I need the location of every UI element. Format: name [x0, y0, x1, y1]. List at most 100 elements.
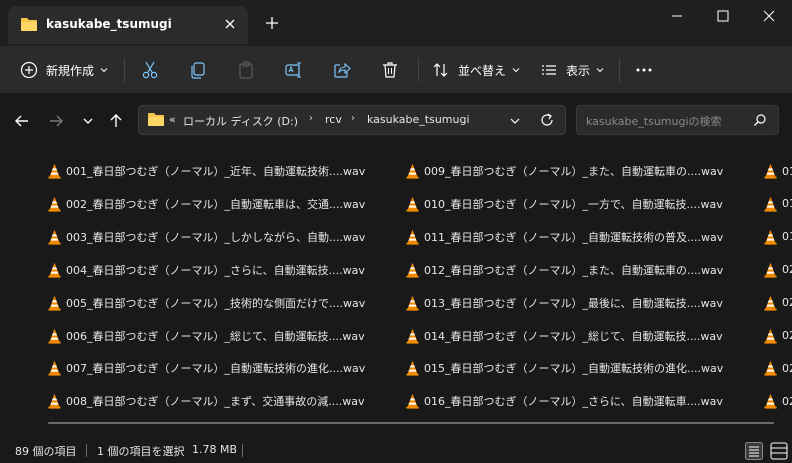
file-item[interactable]: 02: [764, 390, 792, 412]
tiles-view-icon[interactable]: [770, 442, 788, 460]
search-placeholder: kasukabe_tsumugiの検索: [586, 115, 722, 128]
vlc-cone-icon: [48, 262, 61, 278]
copy-button[interactable]: [188, 54, 208, 86]
file-name: 02: [782, 361, 792, 375]
file-item[interactable]: 003_春日部つむぎ（ノーマル）_しかしながら、自動....wav: [48, 226, 365, 248]
file-item[interactable]: 005_春日部つむぎ（ノーマル）_技術的な側面だけで....wav: [48, 292, 365, 314]
file-item[interactable]: 01: [764, 193, 792, 215]
horizontal-scrollbar[interactable]: [48, 422, 774, 424]
add-circle-icon: [20, 61, 38, 79]
file-item[interactable]: 008_春日部つむぎ（ノーマル）_まず、交通事故の減....wav: [48, 390, 364, 412]
file-name: 012_春日部つむぎ（ノーマル）_また、自動運転車の....wav: [424, 263, 724, 277]
up-arrow-icon[interactable]: [106, 111, 126, 131]
minimize-icon[interactable]: [654, 0, 700, 32]
file-name: 005_春日部つむぎ（ノーマル）_技術的な側面だけで....wav: [66, 296, 366, 310]
vlc-cone-icon: [764, 196, 777, 212]
vlc-cone-icon: [764, 393, 777, 409]
file-item[interactable]: 02: [764, 325, 792, 347]
rename-button[interactable]: [284, 54, 304, 86]
vlc-cone-icon: [48, 229, 61, 245]
file-item[interactable]: 001_春日部つむぎ（ノーマル）_近年、自動運転技術....wav: [48, 160, 365, 182]
breadcrumb-chevron-icon[interactable]: ›: [351, 113, 355, 124]
status-bar: 89 個の項目 1 個の項目を選択 1.78 MB: [0, 438, 792, 463]
forward-arrow-icon[interactable]: [46, 111, 66, 131]
vlc-cone-icon: [406, 196, 419, 212]
vlc-cone-icon: [48, 360, 61, 376]
new-label: 新規作成: [46, 63, 95, 78]
file-name: 02: [782, 394, 792, 408]
breadcrumb-kasukabe-tsumugi[interactable]: kasukabe_tsumugi: [367, 113, 470, 126]
paste-button[interactable]: [236, 54, 256, 86]
cut-button[interactable]: [140, 54, 160, 86]
file-name: 013_春日部つむぎ（ノーマル）_最後に、自動運転技....wav: [424, 296, 723, 310]
paste-icon: [239, 61, 253, 79]
file-item[interactable]: 011_春日部つむぎ（ノーマル）_自動運転技術の普及....wav: [406, 226, 723, 248]
search-icon[interactable]: [753, 113, 767, 127]
chevron-down-icon[interactable]: [509, 115, 521, 127]
file-item[interactable]: 004_春日部つむぎ（ノーマル）_さらに、自動運転技....wav: [48, 259, 365, 281]
file-name: 006_春日部つむぎ（ノーマル）_総じて、自動運転技....wav: [66, 329, 365, 343]
selection-size: 1.78 MB: [192, 443, 238, 456]
folder-icon: [148, 113, 164, 126]
more-options-button[interactable]: [634, 54, 654, 86]
breadcrumb-local-disk[interactable]: ローカル ディスク (D:): [183, 113, 298, 129]
file-item[interactable]: 02: [764, 292, 792, 314]
delete-button[interactable]: [380, 54, 400, 86]
sort-button[interactable]: 並べ替え: [432, 54, 520, 86]
close-icon[interactable]: [222, 16, 238, 32]
file-item[interactable]: 010_春日部つむぎ（ノーマル）_一方で、自動運転技....wav: [406, 193, 723, 215]
file-item[interactable]: 002_春日部つむぎ（ノーマル）_自動運転車は、交通....wav: [48, 193, 365, 215]
vlc-cone-icon: [764, 163, 777, 179]
details-view-icon[interactable]: [745, 442, 763, 460]
toolbar-divider: [418, 58, 419, 82]
refresh-icon[interactable]: [539, 112, 555, 128]
recent-chevron-icon[interactable]: [78, 111, 98, 131]
share-button[interactable]: [332, 54, 352, 86]
file-name: 008_春日部つむぎ（ノーマル）_まず、交通事故の減....wav: [66, 395, 365, 409]
file-item[interactable]: 01: [764, 226, 792, 248]
vlc-cone-icon: [406, 393, 419, 409]
breadcrumb-overflow[interactable]: «: [169, 113, 176, 126]
file-list: 001_春日部つむぎ（ノーマル）_近年、自動運転技術....wav 002_春日部…: [0, 158, 792, 428]
file-item[interactable]: 007_春日部つむぎ（ノーマル）_自動運転技術の進化....wav: [48, 357, 365, 379]
address-bar[interactable]: « ローカル ディスク (D:) › rcv › kasukabe_tsumug…: [138, 105, 566, 135]
status-divider: [242, 444, 243, 457]
file-name: 007_春日部つむぎ（ノーマル）_自動運転技術の進化....wav: [66, 362, 366, 376]
file-item[interactable]: 016_春日部つむぎ（ノーマル）_さらに、自動運転車....wav: [406, 390, 723, 412]
new-button[interactable]: 新規作成: [20, 54, 108, 86]
file-item[interactable]: 02: [764, 259, 792, 281]
back-arrow-icon[interactable]: [12, 111, 32, 131]
file-name: 016_春日部つむぎ（ノーマル）_さらに、自動運転車....wav: [424, 395, 723, 409]
window-close-icon[interactable]: [746, 0, 792, 32]
vlc-cone-icon: [764, 328, 777, 344]
breadcrumb-chevron-icon[interactable]: ›: [309, 113, 313, 124]
search-box[interactable]: kasukabe_tsumugiの検索: [576, 105, 779, 135]
file-item[interactable]: 015_春日部つむぎ（ノーマル）_自動運転技術の進化....wav: [406, 357, 723, 379]
vlc-cone-icon: [48, 163, 61, 179]
vlc-cone-icon: [48, 196, 61, 212]
vlc-cone-icon: [406, 295, 419, 311]
file-name: 002_春日部つむぎ（ノーマル）_自動運転車は、交通....wav: [66, 197, 366, 211]
tab-kasukabe-tsumugi[interactable]: kasukabe_tsumugi: [8, 6, 248, 44]
file-name: 02: [782, 263, 792, 277]
file-item[interactable]: 012_春日部つむぎ（ノーマル）_また、自動運転車の....wav: [406, 259, 723, 281]
copy-icon: [191, 62, 205, 79]
file-item[interactable]: 02: [764, 357, 792, 379]
file-item[interactable]: 009_春日部つむぎ（ノーマル）_また、自動運転車の....wav: [406, 160, 723, 182]
file-item[interactable]: 006_春日部つむぎ（ノーマル）_総じて、自動運転技....wav: [48, 325, 365, 347]
file-name: 01: [782, 197, 792, 211]
title-bar: kasukabe_tsumugi: [0, 0, 792, 46]
trash-icon: [383, 62, 397, 78]
maximize-icon[interactable]: [700, 0, 746, 32]
toolbar-divider: [619, 58, 620, 82]
file-item[interactable]: 014_春日部つむぎ（ノーマル）_総じて、自動運転技....wav: [406, 325, 723, 347]
sort-label: 並べ替え: [458, 63, 507, 78]
file-item[interactable]: 013_春日部つむぎ（ノーマル）_最後に、自動運転技....wav: [406, 292, 723, 314]
vlc-cone-icon: [48, 393, 61, 409]
toolbar-divider: [124, 58, 125, 82]
add-tab-icon[interactable]: [264, 15, 280, 31]
breadcrumb-rcv[interactable]: rcv: [325, 113, 342, 126]
file-item[interactable]: 01: [764, 160, 792, 182]
file-name: 02: [782, 296, 792, 310]
view-button[interactable]: 表示: [540, 54, 604, 86]
